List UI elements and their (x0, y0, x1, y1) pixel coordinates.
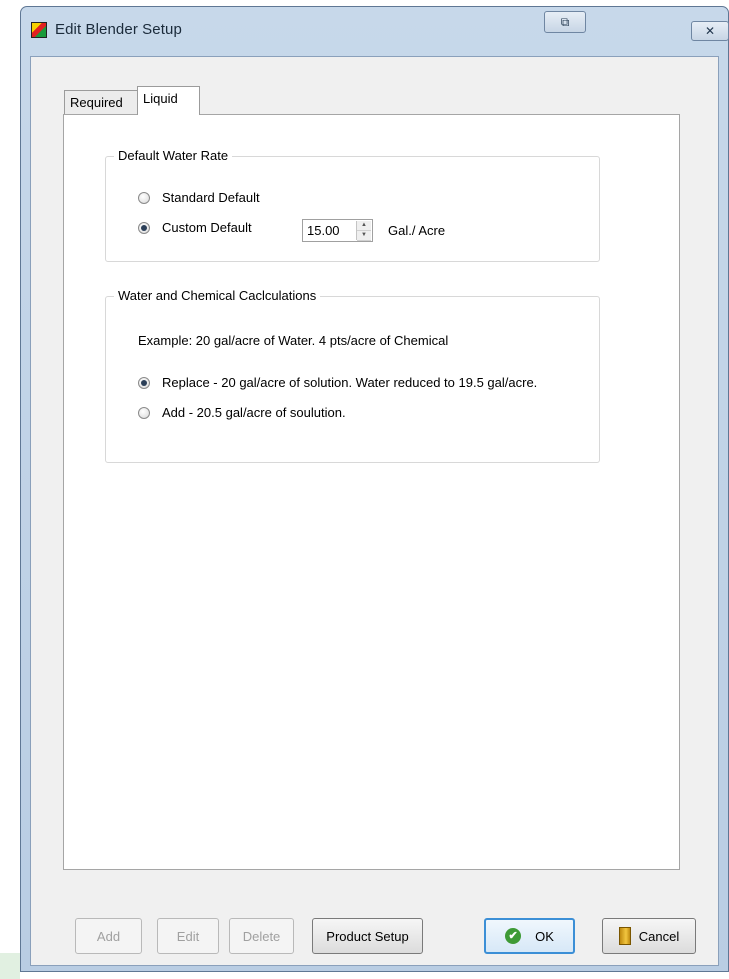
standard-default-option[interactable]: Standard Default (138, 190, 260, 205)
add-option[interactable]: Add - 20.5 gal/acre of soulution. (138, 405, 346, 420)
liquid-tab-panel: Default Water Rate Standard Default Cust… (63, 114, 680, 870)
radio-label: Add - 20.5 gal/acre of soulution. (162, 405, 346, 420)
cancel-button[interactable]: Cancel (602, 918, 696, 954)
replace-option[interactable]: Replace - 20 gal/acre of solution. Water… (138, 375, 537, 390)
close-window-button[interactable]: ✕ (691, 21, 729, 41)
button-label: Cancel (638, 928, 680, 944)
button-label: Product Setup (326, 928, 409, 944)
water-rate-value[interactable]: 15.00 (307, 223, 340, 238)
default-water-rate-group: Default Water Rate Standard Default Cust… (105, 148, 600, 262)
group-legend: Water and Chemical Caclculations (114, 288, 321, 303)
delete-button[interactable]: Delete (229, 918, 294, 954)
tab-label: Liquid (143, 91, 178, 106)
stepper-down-icon[interactable]: ▼ (357, 231, 371, 241)
group-legend: Default Water Rate (114, 148, 233, 163)
radio-label: Replace - 20 gal/acre of solution. Water… (162, 375, 538, 390)
stepper-up-icon[interactable]: ▲ (357, 221, 371, 231)
add-button[interactable]: Add (75, 918, 142, 954)
door-exit-icon (618, 927, 631, 945)
button-label: Delete (242, 928, 281, 944)
ok-button[interactable]: ✔ OK (484, 918, 575, 954)
standard-default-radio[interactable] (138, 191, 150, 204)
water-chemical-calculations-group: Water and Chemical Caclculations Example… (105, 288, 600, 463)
stepper-buttons: ▲ ▼ (356, 221, 371, 241)
water-rate-unit: Gal./ Acre (388, 223, 446, 238)
restore-window-button[interactable]: ⧉ (544, 11, 586, 33)
title-bar[interactable]: Edit Blender Setup ⧉ ✕ (21, 7, 729, 55)
close-icon: ✕ (704, 24, 716, 38)
radio-label: Custom Default (162, 220, 252, 235)
dialog-window: Edit Blender Setup ⧉ ✕ Required Liquid D… (20, 6, 729, 972)
edit-button[interactable]: Edit (157, 918, 219, 954)
custom-default-radio[interactable] (138, 221, 150, 234)
button-label: OK (535, 928, 554, 944)
replace-radio[interactable] (138, 376, 150, 389)
resize-grip[interactable] (0, 953, 20, 979)
product-setup-button[interactable]: Product Setup (312, 918, 423, 954)
window-title: Edit Blender Setup (55, 21, 182, 38)
water-rate-stepper[interactable]: 15.00 ▲ ▼ (302, 219, 373, 242)
button-label: Edit (176, 928, 200, 944)
tab-liquid[interactable]: Liquid (137, 86, 200, 115)
radio-label: Standard Default (162, 190, 260, 205)
restore-window-icon: ⧉ (560, 15, 570, 29)
check-icon: ✔ (505, 928, 522, 944)
tab-required[interactable]: Required (64, 90, 138, 114)
button-label: Add (96, 928, 121, 944)
example-text: Example: 20 gal/acre of Water. 4 pts/acr… (138, 333, 449, 348)
custom-default-option[interactable]: Custom Default (138, 220, 252, 235)
app-icon (31, 22, 47, 38)
dialog-client-area: Required Liquid Default Water Rate Stand… (30, 56, 719, 966)
tab-label: Required (70, 95, 123, 110)
add-radio[interactable] (138, 406, 150, 419)
